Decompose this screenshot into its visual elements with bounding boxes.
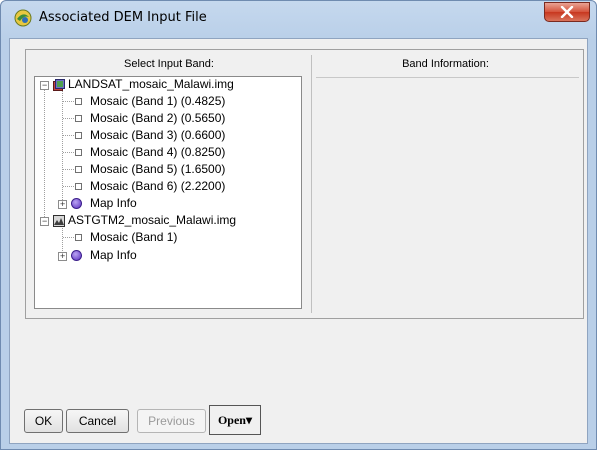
band-leaf-icon (75, 132, 82, 139)
button-bar: OK Cancel Previous Open▾ (10, 404, 587, 440)
expand-toggle[interactable]: + (58, 200, 67, 209)
collapse-toggle[interactable]: − (40, 81, 49, 90)
close-button[interactable] (544, 2, 590, 22)
tree-connector (44, 89, 45, 225)
cancel-button[interactable]: Cancel (66, 409, 129, 433)
file-name: ASTGTM2_mosaic_Malawi.img (68, 213, 237, 227)
globe-icon (71, 250, 82, 261)
select-input-band-header: Select Input Band: (124, 58, 214, 70)
panels-frame: Select Input Band: − LANDSAT_mosaic_Mala (25, 49, 584, 319)
image-file-icon (53, 79, 65, 91)
title-bar[interactable]: Associated DEM Input File (1, 1, 596, 35)
band-information-panel: Band Information: (311, 55, 579, 313)
dialog-body: Select Input Band: − LANDSAT_mosaic_Mala (9, 38, 588, 444)
band-leaf-icon (75, 149, 82, 156)
file-name: LANDSAT_mosaic_Malawi.img (68, 77, 234, 91)
band-tree[interactable]: − LANDSAT_mosaic_Malawi.img Mosaic (Band… (34, 76, 302, 309)
band-leaf-icon (75, 183, 82, 190)
band-information-header: Band Information: (402, 58, 489, 70)
divider (316, 77, 579, 78)
band-leaf-icon (75, 98, 82, 105)
select-input-band-panel: Select Input Band: − LANDSAT_mosaic_Mala (32, 55, 306, 313)
close-icon (560, 6, 574, 18)
envi-app-icon (14, 9, 32, 27)
open-dropdown-button[interactable]: Open▾ (209, 405, 261, 435)
expand-toggle[interactable]: + (58, 252, 67, 261)
band-leaf-icon (75, 115, 82, 122)
ok-button[interactable]: OK (24, 409, 63, 433)
band-leaf-icon (75, 234, 82, 241)
collapse-toggle[interactable]: − (40, 217, 49, 226)
dem-file-icon (53, 215, 65, 227)
open-label: Open (217, 413, 246, 427)
dropdown-arrow-icon: ▾ (245, 413, 253, 427)
previous-button[interactable]: Previous (137, 409, 206, 433)
window-title: Associated DEM Input File (39, 10, 207, 25)
tree-connector (62, 89, 63, 208)
dialog-window: Associated DEM Input File Select Input B… (0, 0, 597, 450)
globe-icon (71, 198, 82, 209)
band-leaf-icon (75, 166, 82, 173)
